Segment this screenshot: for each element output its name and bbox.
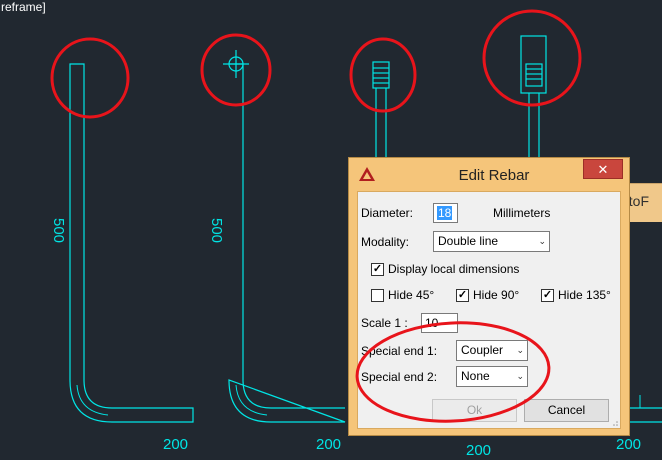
hide-90-label: Hide 90° (473, 288, 520, 302)
hide-90-checkbox[interactable]: ✓ (456, 289, 469, 302)
scale-label: Scale 1 : (361, 316, 408, 330)
display-local-dimensions-label: Display local dimensions (388, 262, 520, 276)
dim-text-left-1: 500 (50, 218, 67, 243)
edit-rebar-dialog[interactable]: Edit Rebar ✕ Diameter: 18 Millimeters Mo… (348, 157, 630, 436)
chevron-down-icon: ⌄ (516, 371, 524, 381)
dim-text-bottom-4: 200 (616, 436, 641, 453)
check-icon: ✓ (372, 263, 383, 275)
dim-text-bottom-2: 200 (316, 436, 341, 453)
special-end-2-label: Special end 2: (361, 370, 438, 384)
check-icon: ✓ (542, 289, 553, 301)
dim-text-bottom-1: 200 (163, 436, 188, 453)
hide-135-checkbox[interactable]: ✓ (541, 289, 554, 302)
dialog-body: Diameter: 18 Millimeters Modality: Doubl… (357, 191, 621, 429)
rebar-2 (223, 50, 346, 423)
special-end-1-label: Special end 1: (361, 344, 438, 358)
modality-select[interactable]: Double line ⌄ (433, 231, 550, 252)
display-local-dimensions-checkbox[interactable]: ✓ (371, 263, 384, 276)
diameter-label: Diameter: (361, 206, 414, 220)
modality-value: Double line (438, 234, 499, 248)
special-end-1-value: Coupler (461, 343, 504, 357)
scale-input[interactable]: 10 (421, 313, 458, 333)
special-end-1-select[interactable]: Coupler ⌄ (456, 340, 528, 361)
chevron-down-icon: ⌄ (538, 236, 546, 246)
close-button[interactable]: ✕ (583, 159, 623, 179)
cancel-button[interactable]: Cancel (524, 399, 609, 422)
chevron-down-icon: ⌄ (516, 345, 524, 355)
dialog-titlebar[interactable]: Edit Rebar ✕ (349, 158, 629, 190)
diameter-unit: Millimeters (493, 206, 551, 220)
diameter-input[interactable]: 18 (433, 203, 458, 223)
special-end-2-select[interactable]: None ⌄ (456, 366, 528, 387)
dim-text-left-2: 500 (208, 218, 225, 243)
resize-grip-icon[interactable] (610, 418, 618, 426)
hide-45-checkbox[interactable] (371, 289, 384, 302)
check-icon: ✓ (457, 289, 468, 301)
rebar-4 (520, 35, 547, 160)
hide-135-label: Hide 135° (558, 288, 611, 302)
diameter-value: 18 (437, 206, 453, 220)
dim-text-bottom-3: 200 (466, 442, 491, 459)
scale-value: 10 (425, 316, 439, 330)
rebar-1 (69, 63, 194, 423)
hide-45-label: Hide 45° (388, 288, 435, 302)
ok-button[interactable]: Ok (432, 399, 517, 422)
special-end-2-value: None (461, 369, 490, 383)
modality-label: Modality: (361, 235, 410, 249)
